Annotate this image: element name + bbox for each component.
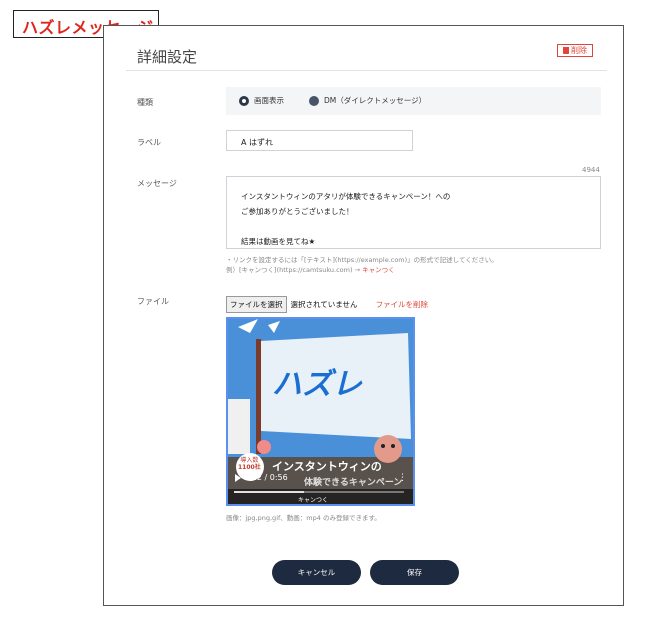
video-time: 0:22 / 0:56 [244, 473, 288, 482]
file-label: ファイル [137, 297, 169, 306]
media-format-note: 画像：jpg,png,gif、動画：mp4 のみ登録できます。 [226, 514, 381, 522]
message-line: インスタントウィンのアタリが体験できるキャンペーン！への [241, 192, 451, 201]
help-line-1: ・リンクを設定するには「[テキスト](https://example.com)」… [226, 256, 498, 264]
help-line-2: 例）[キャンつく](https://camtsuku.com) → [226, 266, 363, 274]
video-brand: キャンつく [298, 497, 329, 504]
example-link[interactable]: キャンつく [362, 266, 395, 274]
delete-button[interactable]: 削除 [557, 44, 593, 57]
radio-screen-display-label: 画面表示 [254, 96, 284, 105]
badge-line-1: 導入数 [240, 457, 259, 464]
more-options-icon[interactable]: ⋮ [398, 473, 407, 483]
badge: 導入数 1100社 [238, 457, 261, 471]
label-input[interactable]: A はずれ [226, 130, 413, 151]
banner-text: ハズレ [272, 367, 362, 402]
type-label: 種類 [137, 98, 153, 107]
radio-direct-message-label: DM（ダイレクトメッセージ） [324, 96, 427, 105]
badge-line-2: 1100社 [238, 464, 261, 471]
message-line [241, 219, 600, 234]
link-help-text: ・リンクを設定するには「[テキスト](https://example.com)」… [226, 255, 498, 275]
save-button[interactable]: 保存 [370, 560, 459, 585]
message-line: 結果は動画を見てね★ [241, 237, 316, 246]
radio-unselected-icon [309, 95, 319, 106]
radio-screen-display[interactable]: 画面表示 [239, 95, 284, 106]
video-caption-2: 体験できるキャンペーン [304, 478, 403, 488]
trash-icon [563, 47, 569, 54]
video-preview[interactable]: ハズレ 導入数 1100社 インスタントウィンの 体験できるキャンペーン 0:2… [226, 317, 415, 506]
no-file-selected-text: 選択されていません [290, 300, 358, 309]
message-line: ご参加ありがとうございました！ [241, 207, 354, 216]
cancel-button[interactable]: キャンセル [272, 560, 361, 585]
message-textarea[interactable]: インスタントウィンのアタリが体験できるキャンペーン！への ご参加ありがとうござい… [226, 176, 601, 249]
radio-direct-message[interactable]: DM（ダイレクトメッセージ） [309, 95, 426, 106]
title-divider [126, 70, 607, 71]
type-radio-group: 画面表示 DM（ダイレクトメッセージ） [226, 87, 601, 115]
label-field-label: ラベル [137, 138, 161, 147]
video-caption: インスタントウィンの [272, 460, 382, 473]
file-input-row: ファイルを選択 選択されていません ファイルを削除 [226, 296, 428, 313]
choose-file-button[interactable]: ファイルを選択 [226, 296, 287, 313]
character-count: 4944 [582, 166, 600, 174]
detail-settings-panel: 詳細設定 削除 種類 画面表示 DM（ダイレクトメッセージ） ラベル A はずれ… [103, 25, 624, 606]
message-label: メッセージ [137, 179, 177, 188]
page-title: 詳細設定 [137, 48, 198, 66]
delete-button-label: 削除 [571, 46, 587, 55]
delete-file-link[interactable]: ファイルを削除 [376, 299, 429, 310]
radio-selected-icon [239, 95, 249, 106]
